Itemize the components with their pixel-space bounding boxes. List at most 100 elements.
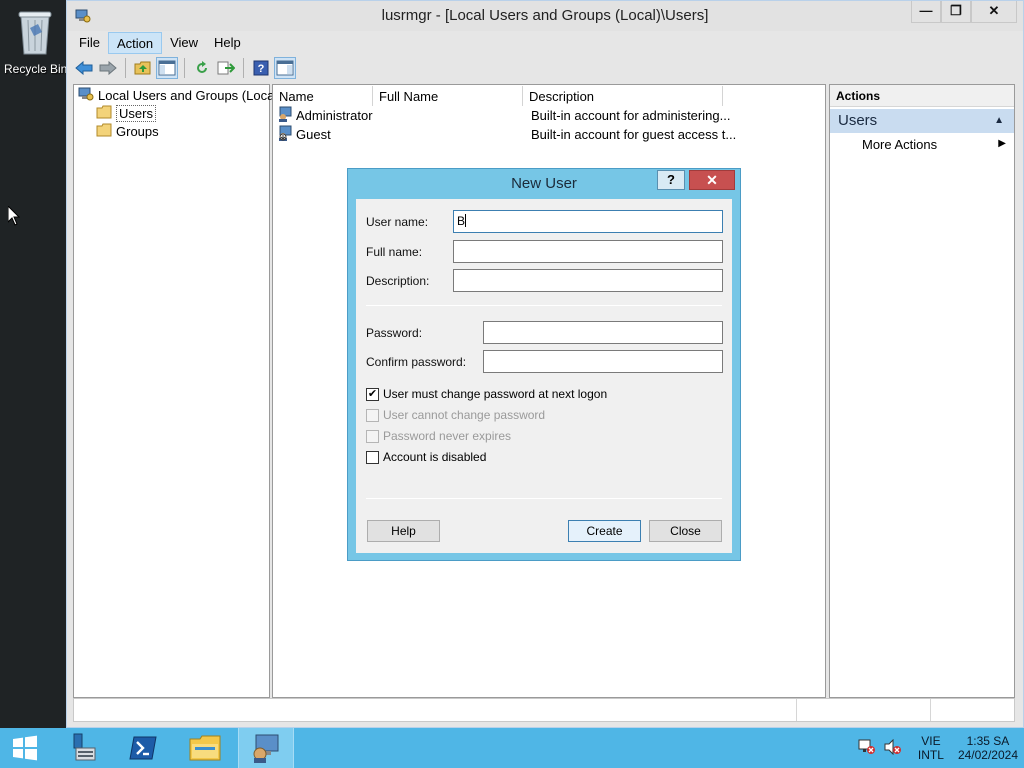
- checkbox-checked[interactable]: ✔: [366, 387, 379, 401]
- text-caret: [465, 214, 467, 227]
- user-name-label: User name:: [366, 215, 429, 229]
- export-icon: [217, 61, 235, 75]
- forward-button[interactable]: [97, 57, 119, 79]
- start-button[interactable]: [0, 728, 50, 768]
- list-item-administrator[interactable]: Administrator Built-in account for admin…: [277, 106, 817, 124]
- refresh-button[interactable]: [191, 57, 213, 79]
- server-manager-taskbar-button[interactable]: [56, 728, 106, 768]
- actions-section-users[interactable]: Users ▲: [830, 109, 1014, 133]
- toolbar-separator: [125, 58, 126, 78]
- close-window-button[interactable]: ✕: [971, 1, 1017, 23]
- user-description: Built-in account for guest access t...: [531, 126, 737, 142]
- actions-pane: Actions Users ▲ More Actions ▶: [829, 84, 1015, 698]
- option-label: Account is disabled: [383, 450, 487, 464]
- list-item-guest[interactable]: Guest Built-in account for guest access …: [277, 125, 817, 143]
- refresh-icon: [197, 61, 207, 73]
- mouse-pointer-icon: [7, 204, 21, 229]
- column-header-name[interactable]: Name: [273, 86, 373, 106]
- user-name-input[interactable]: B: [453, 210, 723, 233]
- server-manager-icon: [73, 733, 96, 761]
- tree-item-root[interactable]: Local Users and Groups (Local): [78, 87, 282, 104]
- must-change-password-option[interactable]: ✔ User must change password at next logo…: [366, 387, 607, 401]
- divider: [366, 305, 722, 306]
- dialog-body: User name: B Full name: Description: Pas…: [356, 199, 732, 553]
- create-button[interactable]: Create: [568, 520, 641, 542]
- input-language-indicator[interactable]: VIE INTL: [918, 734, 944, 762]
- user-name: Administrator: [296, 107, 373, 123]
- column-header-description[interactable]: Description: [523, 86, 723, 106]
- checkbox-unchecked[interactable]: [366, 450, 379, 464]
- action-pane-icon: [276, 60, 294, 76]
- column-header-full-name[interactable]: Full Name: [373, 86, 523, 106]
- recycle-bin-shortcut[interactable]: Recycle Bin: [4, 4, 66, 76]
- folder-up-icon: [134, 61, 151, 75]
- menu-file[interactable]: File: [71, 32, 108, 54]
- menu-view[interactable]: View: [162, 32, 206, 54]
- toolbar: ?: [73, 55, 296, 81]
- keyboard-layout: INTL: [917, 748, 944, 762]
- folder-icon: [96, 105, 112, 122]
- user-name-value: B: [457, 214, 466, 228]
- title-bar[interactable]: lusrmgr - [Local Users and Groups (Local…: [67, 1, 1023, 31]
- status-segment: [796, 699, 930, 721]
- minimize-button[interactable]: —: [911, 1, 941, 23]
- checkbox-disabled: [366, 408, 379, 422]
- window-title: lusrmgr - [Local Users and Groups (Local…: [381, 7, 709, 24]
- user-description: Built-in account for administering...: [531, 107, 731, 123]
- show-hide-tree-button[interactable]: [156, 57, 178, 79]
- dialog-close-button[interactable]: ✕: [689, 170, 735, 190]
- confirm-password-label: Confirm password:: [366, 355, 467, 369]
- up-one-level-button[interactable]: [132, 57, 154, 79]
- password-label: Password:: [366, 326, 423, 340]
- folder-icon: [96, 123, 112, 140]
- account-disabled-option[interactable]: Account is disabled: [366, 450, 486, 464]
- clock-time: 1:35 SA: [966, 734, 1010, 748]
- export-list-button[interactable]: [215, 57, 237, 79]
- full-name-input[interactable]: [453, 240, 723, 263]
- back-button[interactable]: [73, 57, 95, 79]
- menu-action[interactable]: Action: [107, 32, 163, 54]
- checkbox-disabled: [366, 429, 379, 443]
- tree-item-users[interactable]: Users: [96, 105, 156, 122]
- description-label: Description:: [366, 274, 430, 288]
- console-tree: Local Users and Groups (Local) Users Gro…: [73, 84, 282, 698]
- confirm-password-input[interactable]: [483, 350, 723, 373]
- tree-item-label: Groups: [116, 124, 159, 139]
- actions-section-label: Users: [838, 112, 878, 129]
- clock-date: 24/02/2024: [957, 748, 1018, 762]
- clock[interactable]: 1:35 SA 24/02/2024: [958, 734, 1018, 762]
- windows-logo-icon: [13, 735, 37, 761]
- show-action-pane-button[interactable]: [274, 57, 296, 79]
- file-explorer-taskbar-button[interactable]: [180, 728, 230, 768]
- taskbar: VIE INTL 1:35 SA 24/02/2024: [0, 728, 1024, 768]
- lusrmgr-taskbar-button[interactable]: [238, 728, 294, 768]
- description-input[interactable]: [453, 269, 723, 292]
- system-tray: VIE INTL 1:35 SA 24/02/2024: [858, 728, 1018, 768]
- help-toolbar-button[interactable]: ?: [250, 57, 272, 79]
- network-status-icon[interactable]: [858, 739, 876, 758]
- speaker-muted-icon[interactable]: [884, 738, 902, 758]
- password-input[interactable]: [483, 321, 723, 344]
- actions-header: Actions: [830, 85, 1014, 107]
- collapse-up-icon[interactable]: ▲: [994, 115, 1004, 126]
- powershell-taskbar-button[interactable]: [118, 728, 168, 768]
- toolbar-separator: [243, 58, 244, 78]
- status-segment: [930, 699, 1016, 721]
- close-button[interactable]: Close: [649, 520, 722, 542]
- help-button[interactable]: Help: [367, 520, 440, 542]
- disabled-user-icon: [277, 125, 293, 144]
- dialog-help-button[interactable]: ?: [657, 170, 685, 190]
- menu-bar: File Action View Help: [71, 32, 249, 54]
- new-user-dialog: New User ? ✕ User name: B Full name: Des…: [347, 168, 741, 561]
- maximize-button[interactable]: ❐: [941, 1, 971, 23]
- forward-arrow-icon: [99, 61, 117, 75]
- menu-help[interactable]: Help: [206, 32, 249, 54]
- more-actions-item[interactable]: More Actions: [862, 137, 937, 152]
- option-label: User cannot change password: [383, 408, 546, 422]
- toolbar-separator: [184, 58, 185, 78]
- tree-item-groups[interactable]: Groups: [96, 123, 159, 140]
- option-label: Password never expires: [383, 429, 512, 443]
- recycle-bin-label: Recycle Bin: [4, 62, 66, 76]
- submenu-arrow-icon: ▶: [998, 138, 1006, 149]
- user-name: Guest: [296, 126, 331, 142]
